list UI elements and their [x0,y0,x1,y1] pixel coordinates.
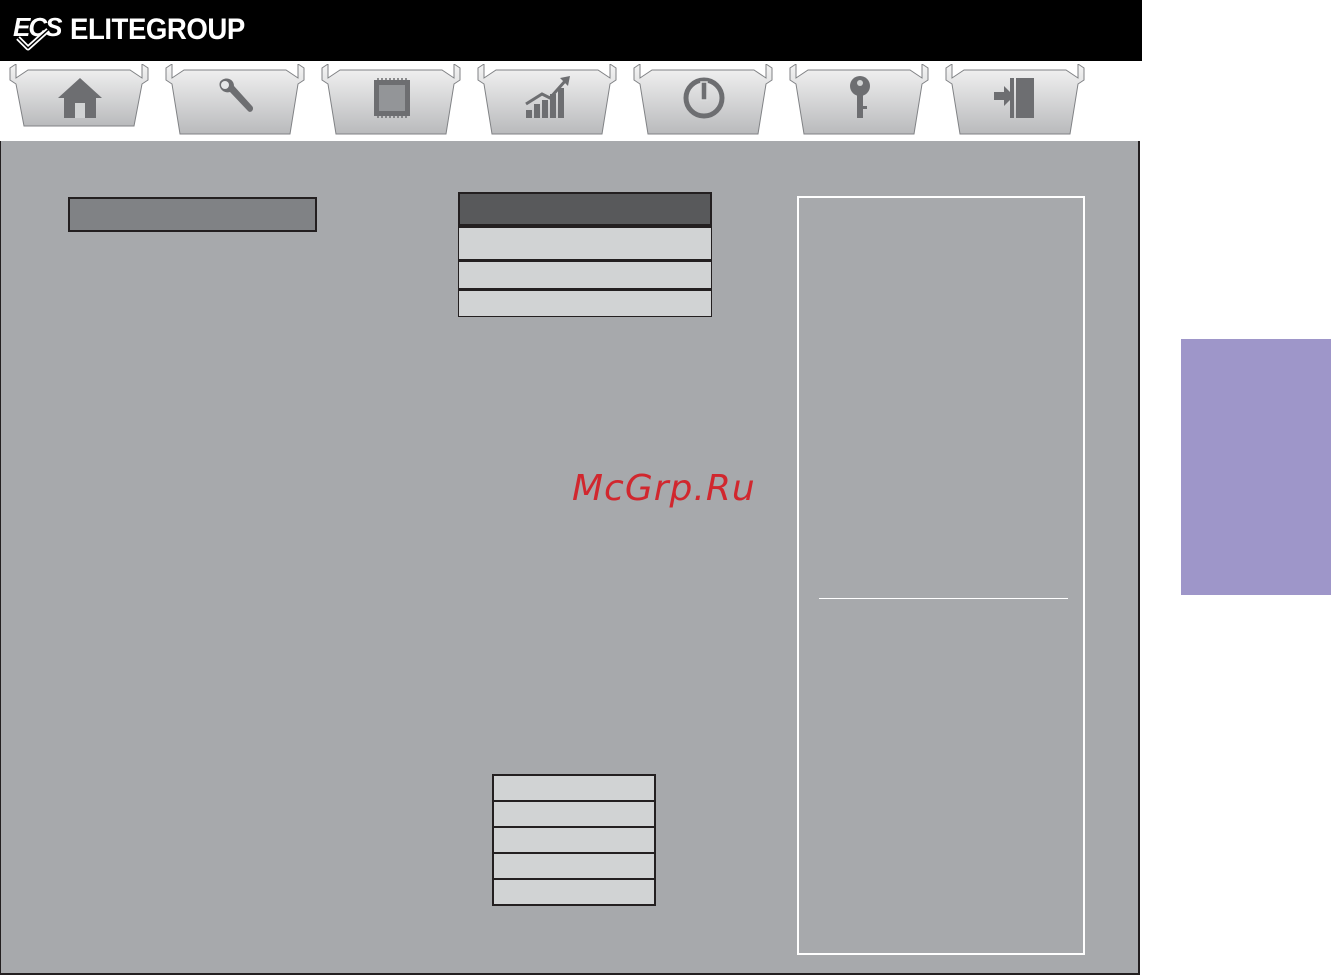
key-legend-row [492,774,656,802]
bar-chart-icon [525,76,570,118]
key-legend-row [492,852,656,880]
help-divider [819,598,1068,599]
key-icon [850,76,870,118]
chip-icon [374,78,410,118]
option-item[interactable] [458,260,712,289]
tab-boot[interactable] [632,64,774,140]
wrench-icon [219,78,254,112]
tab-main[interactable] [8,64,150,140]
tab-chipset[interactable] [320,64,462,140]
help-panel [797,196,1085,955]
watermark-text: McGrp.Ru [572,468,756,509]
key-legend-row [492,878,656,906]
main-menu-tabs [0,61,1142,141]
top-header-bar: ECS ELITEGROUP [0,0,1142,61]
key-legend-row [492,800,656,828]
option-popup-list [458,192,712,317]
home-icon [58,78,102,118]
option-popup-header [458,192,712,226]
tab-security[interactable] [788,64,930,140]
brand-name: ELITEGROUP [70,13,245,46]
option-item[interactable] [458,226,712,260]
chapter-side-tab [1181,339,1331,595]
ecs-logo: ECS ELITEGROUP [12,8,260,52]
option-item[interactable] [458,289,712,317]
selected-menu-item[interactable] [68,197,317,232]
key-legend-row [492,826,656,854]
ecs-logo-mark-icon: ECS [12,8,65,52]
key-legend-list [492,774,656,906]
tab-mb-intelligent-tweaker[interactable] [476,64,618,140]
tab-advanced[interactable] [164,64,306,140]
exit-door-icon [994,78,1034,118]
power-icon [683,77,725,119]
tab-exit[interactable] [944,64,1086,140]
